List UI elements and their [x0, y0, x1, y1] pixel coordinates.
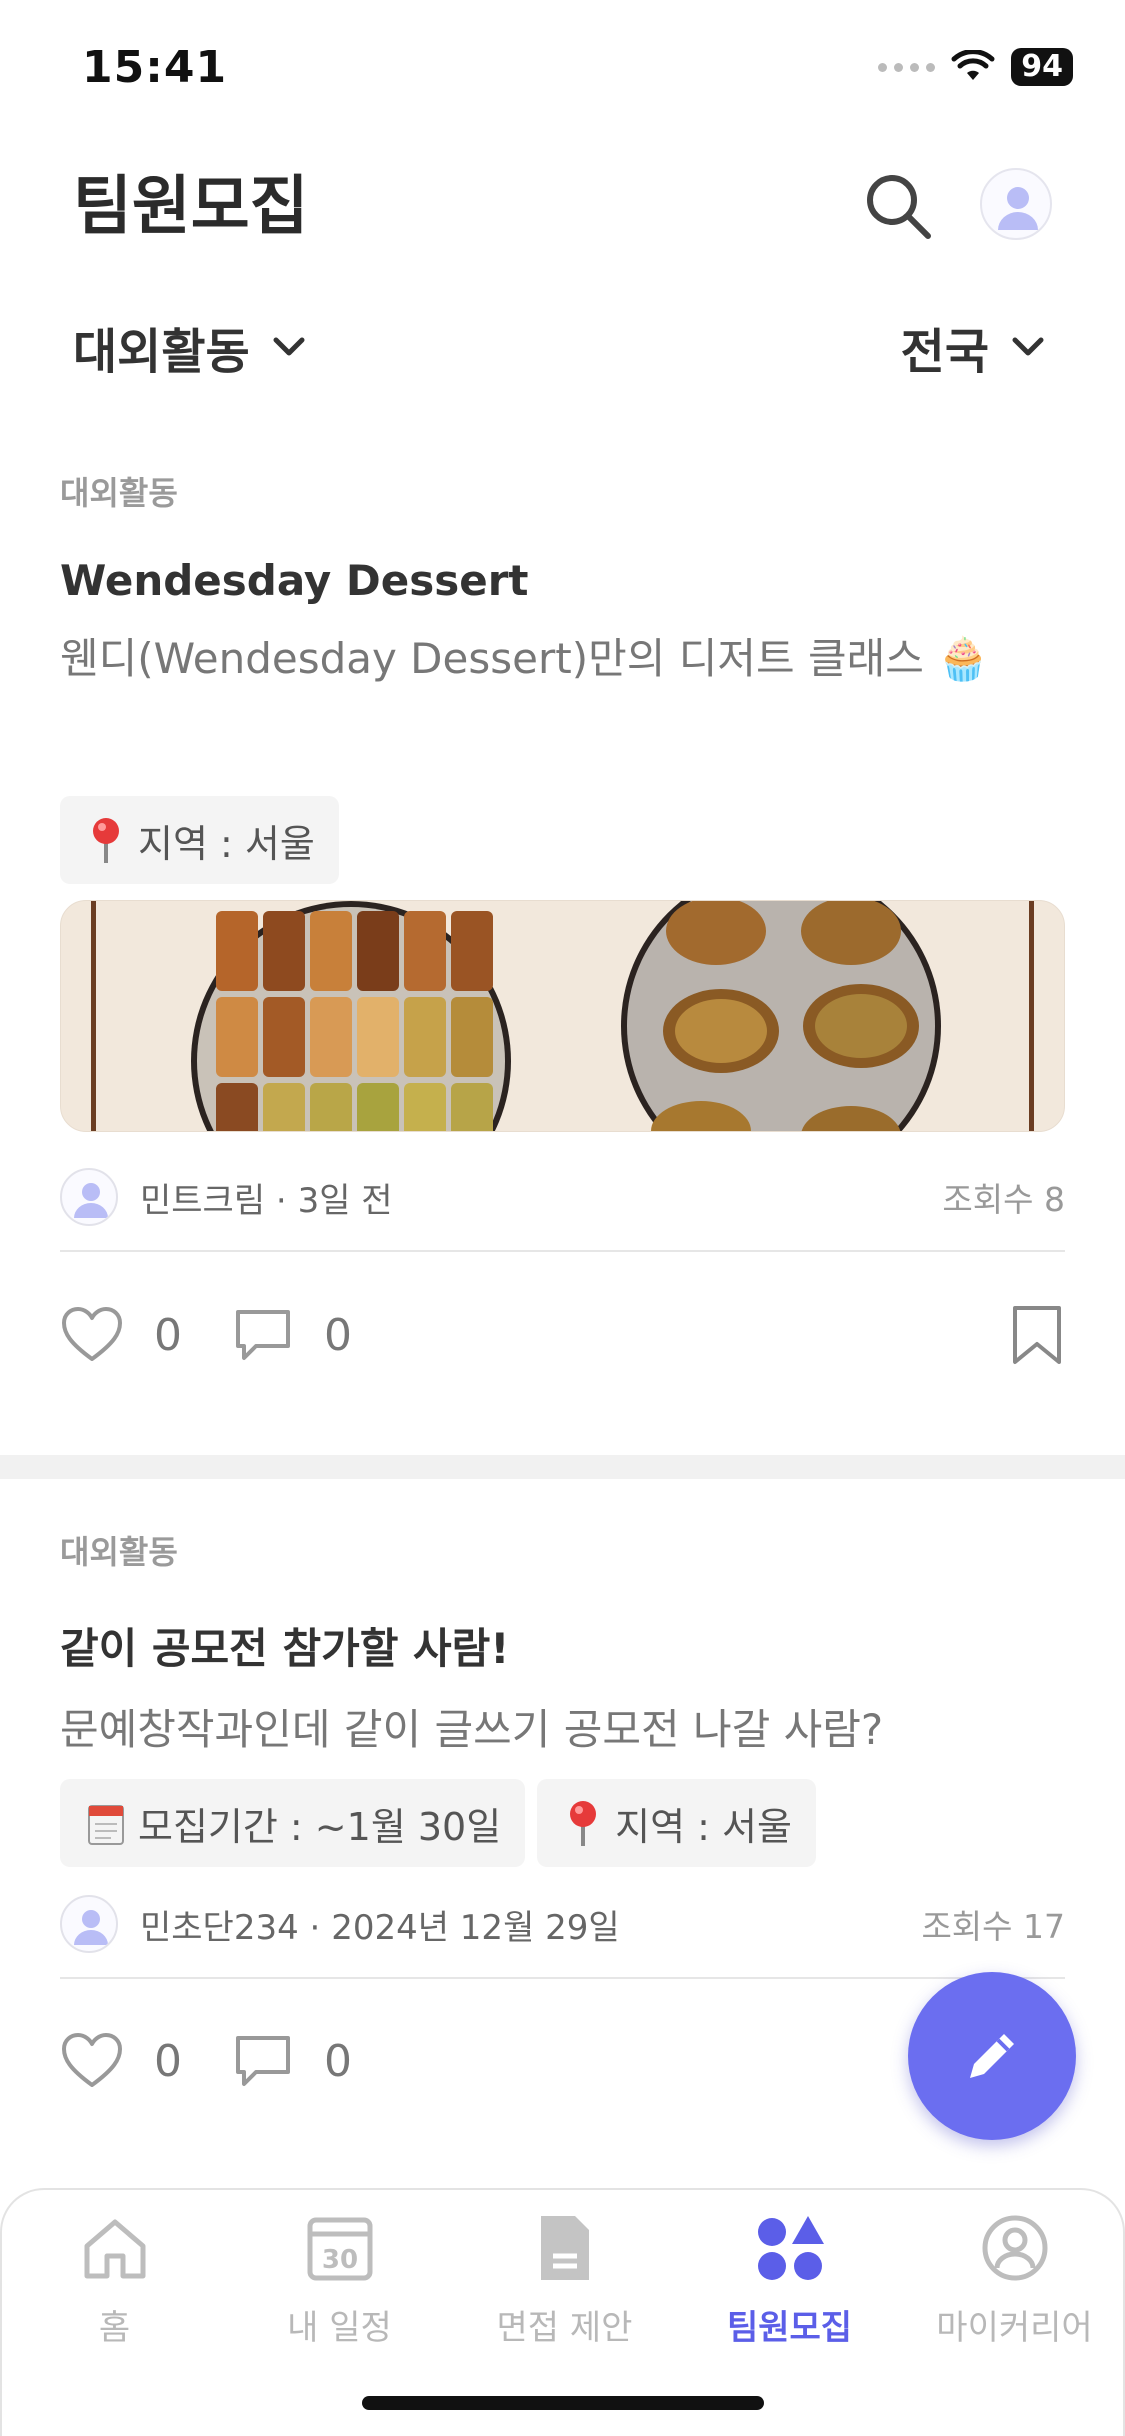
- post-card[interactable]: 대외활동 Wendesday Dessert 웬디(Wendesday Dess…: [60, 468, 1065, 1366]
- chevron-down-icon: [1012, 337, 1044, 356]
- wifi-icon: [951, 50, 995, 80]
- meta-separator: ·: [265, 1180, 298, 1221]
- post-card[interactable]: 대외활동 같이 공모전 참가할 사람! 문예창작과인데 같이 글쓰기 공모전 나…: [60, 1527, 1065, 2091]
- author-avatar: [60, 1168, 118, 1226]
- comment-count: 0: [324, 1309, 352, 1361]
- tab-label: 팀원모집: [726, 2308, 853, 2348]
- post-description: 웬디(Wendesday Dessert)만의 디저트 클래스 🧁: [60, 634, 990, 683]
- chevron-down-icon: [273, 337, 305, 356]
- category-filter[interactable]: 대외활동: [73, 312, 310, 382]
- profile-avatar[interactable]: [980, 168, 1052, 240]
- like-count: 0: [154, 2035, 182, 2087]
- author-avatar: [60, 1895, 118, 1953]
- pencil-icon: [970, 2034, 1014, 2078]
- comment-button[interactable]: 0: [232, 1306, 352, 1364]
- tab-my-career[interactable]: 마이커리어: [902, 2210, 1125, 2349]
- tab-interview[interactable]: 면접 제안: [452, 2210, 677, 2349]
- post-title: 같이 공모전 참가할 사람!: [60, 1624, 510, 1673]
- home-icon: [84, 2219, 145, 2279]
- heart-icon: [62, 2033, 122, 2087]
- dessert-photo: [91, 901, 1034, 1131]
- status-time: 15:41: [82, 42, 228, 93]
- page-title: 팀원모집: [73, 170, 309, 244]
- calendar-icon: [88, 1805, 124, 1845]
- category-filter-label: 대외활동: [73, 324, 250, 380]
- pin-icon: [93, 818, 119, 863]
- tab-label: 내 일정: [287, 2308, 392, 2348]
- comment-icon: [236, 2036, 290, 2086]
- meta-separator: ·: [298, 1907, 332, 1948]
- calendar-icon: 30: [307, 2217, 372, 2281]
- calendar-day-text: 30: [321, 2245, 357, 2275]
- post-image[interactable]: [60, 900, 1065, 1132]
- region-tag: 지역 : 서울: [60, 796, 339, 884]
- author-info[interactable]: 민초단234 · 2024년 12월 29일: [60, 1895, 620, 1953]
- heart-icon: [62, 1307, 122, 1361]
- write-post-button[interactable]: [908, 1972, 1076, 2140]
- status-indicators: 94: [878, 48, 1073, 86]
- comment-count: 0: [324, 2035, 352, 2087]
- post-time: 2024년 12월 29일: [331, 1907, 620, 1948]
- document-icon: [540, 2216, 589, 2280]
- region-filter-label: 전국: [900, 324, 989, 380]
- pin-icon: [570, 1801, 597, 1846]
- like-button[interactable]: 0: [60, 1305, 182, 1365]
- post-category: 대외활동: [60, 1533, 178, 1571]
- tab-home[interactable]: 홈: [2, 2210, 227, 2349]
- section-separator: [0, 1455, 1125, 1479]
- signal-icon: [878, 62, 936, 72]
- region-tag-text: 지역 : 서울: [615, 1804, 792, 1849]
- comment-icon: [236, 1310, 290, 1360]
- post-description: 문예창작과인데 같이 글쓰기 공모전 나갈 사람?: [60, 1705, 884, 1754]
- shapes-icon: [757, 2216, 824, 2280]
- post-category: 대외활동: [60, 474, 178, 512]
- post-title: Wendesday Dessert: [60, 556, 529, 605]
- tab-schedule[interactable]: 30 내 일정: [227, 2210, 452, 2349]
- tab-label: 마이커리어: [936, 2308, 1093, 2348]
- user-icon: [74, 1183, 108, 1218]
- profile-icon: [982, 2215, 1047, 2281]
- battery-indicator: 94: [1011, 48, 1073, 86]
- recruit-period-tag: 모집기간 : ~1월 30일: [60, 1779, 526, 1867]
- user-icon: [998, 187, 1038, 230]
- user-icon: [74, 1910, 108, 1945]
- view-count: 조회수 8: [942, 1180, 1065, 1219]
- divider: [60, 1250, 1065, 1252]
- tab-team-recruit[interactable]: 팀원모집: [677, 2210, 902, 2349]
- home-indicator[interactable]: [362, 2396, 764, 2410]
- divider: [60, 1977, 1065, 1979]
- region-tag: 지역 : 서울: [537, 1779, 816, 1867]
- author-name: 민초단234: [140, 1907, 299, 1948]
- recruit-period-text: 모집기간 : ~1월 30일: [138, 1804, 502, 1849]
- search-icon[interactable]: [862, 170, 934, 242]
- tab-label: 홈: [98, 2308, 131, 2348]
- post-time: 3일 전: [297, 1180, 393, 1221]
- view-count: 조회수 17: [921, 1907, 1065, 1946]
- region-filter[interactable]: 전국: [901, 312, 1049, 382]
- region-tag-text: 지역 : 서울: [138, 821, 315, 866]
- like-count: 0: [154, 1309, 182, 1361]
- tab-label: 면접 제안: [496, 2308, 633, 2348]
- author-info[interactable]: 민트크림 · 3일 전: [60, 1168, 393, 1226]
- status-bar: 15:41 94: [0, 0, 1125, 130]
- author-name: 민트크림: [140, 1180, 266, 1221]
- like-button[interactable]: 0: [60, 2031, 182, 2091]
- comment-button[interactable]: 0: [232, 2032, 352, 2090]
- bookmark-icon[interactable]: [1009, 1304, 1065, 1366]
